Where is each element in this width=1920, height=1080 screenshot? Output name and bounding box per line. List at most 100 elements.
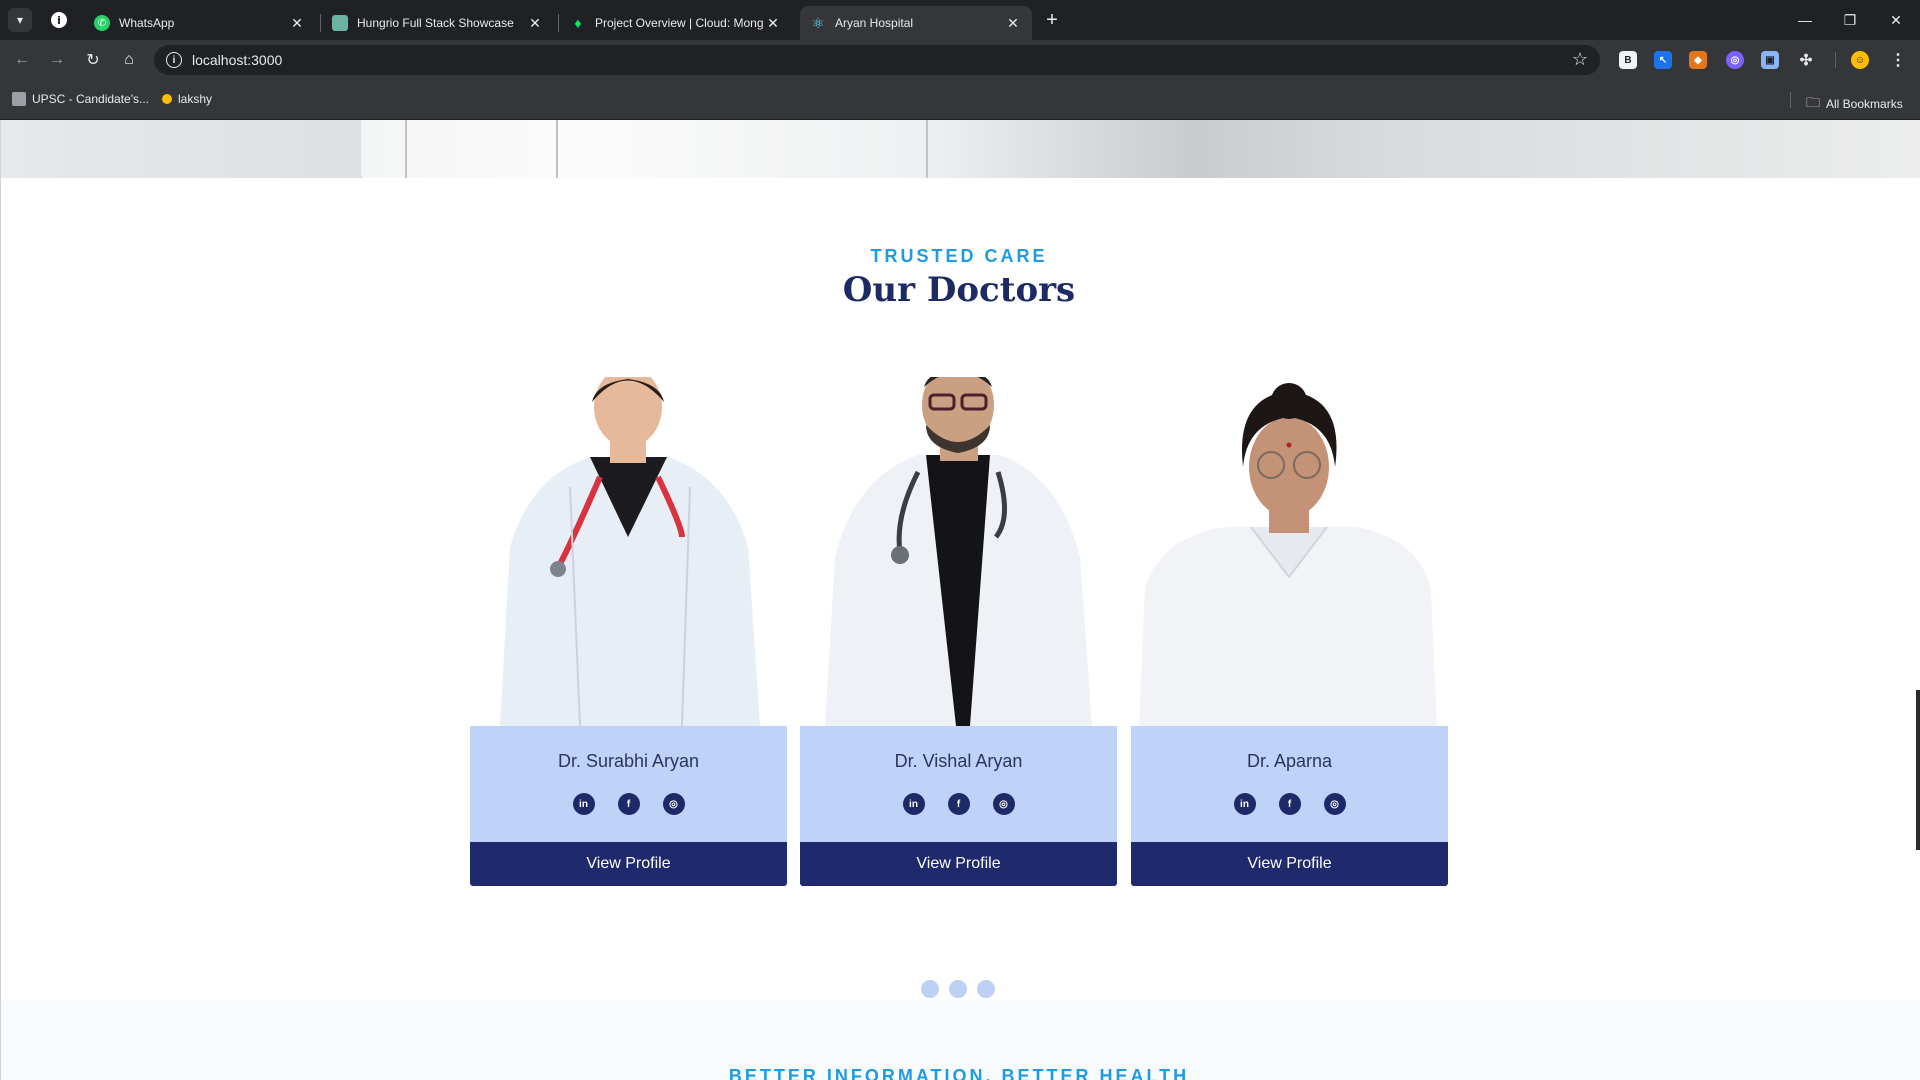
bookmark-upsc[interactable]: UPSC - Candidate's... [12, 92, 149, 106]
extension-screen-icon[interactable]: ▣ [1761, 51, 1779, 69]
linkedin-icon[interactable]: in [572, 793, 595, 815]
close-icon: ✕ [1890, 11, 1902, 28]
pinned-tab[interactable]: i [46, 8, 72, 32]
minimize-icon: — [1798, 12, 1812, 28]
reload-icon: ↻ [86, 52, 100, 69]
react-icon: ⚛ [811, 14, 825, 31]
section-eyebrow: TRUSTED CARE [870, 246, 1048, 266]
hero-decor [926, 120, 928, 178]
doctor-card: Dr. Aparna in f ◎ View Profile [1131, 377, 1448, 887]
upsc-icon [12, 92, 26, 106]
view-profile-button[interactable]: View Profile [1131, 842, 1448, 886]
tab-title: Hungrio Full Stack Showcase [357, 16, 514, 30]
tab-mongodb[interactable]: ♦ Project Overview | Cloud: Mong ✕ [560, 6, 792, 40]
site-info-icon[interactable]: i [166, 52, 182, 68]
tab-aryan-hospital[interactable]: ⚛ Aryan Hospital ✕ [800, 6, 1032, 40]
social-links: in f ◎ [470, 793, 787, 815]
view-profile-button[interactable]: View Profile [470, 842, 787, 886]
carousel-dots [921, 980, 995, 998]
doctor-card: Dr. Vishal Aryan in f ◎ View Profile [800, 377, 1117, 887]
carousel-dot[interactable] [921, 980, 939, 998]
close-icon[interactable]: ✕ [288, 15, 306, 32]
doctor-name: Dr. Surabhi Aryan [557, 751, 700, 771]
tab-title: WhatsApp [119, 16, 175, 30]
extension-b-icon[interactable]: B [1619, 51, 1637, 69]
plus-icon: + [1046, 8, 1058, 31]
linkedin-icon[interactable]: in [902, 793, 925, 815]
facebook-icon[interactable]: f [617, 793, 640, 815]
doctor-info: Dr. Aparna in f ◎ [1131, 726, 1448, 842]
carousel-dot[interactable] [977, 980, 995, 998]
folder-icon: 🗀 [1806, 94, 1820, 110]
facebook-icon[interactable]: f [1278, 793, 1301, 815]
arrow-right-icon: → [49, 51, 65, 68]
minimize-button[interactable]: — [1793, 8, 1817, 32]
tab-divider [558, 14, 559, 32]
bookmark-label: All Bookmarks [1826, 97, 1903, 111]
new-tab-button[interactable]: + [1040, 8, 1064, 32]
bookmarks-divider [1790, 92, 1791, 108]
back-button[interactable]: ← [10, 48, 34, 72]
tab-search-button[interactable]: ▾ [8, 8, 32, 32]
restore-icon: ❐ [1843, 11, 1857, 28]
doctor-card: Dr. Surabhi Aryan in f ◎ View Profile [470, 377, 787, 887]
close-icon[interactable]: ✕ [764, 15, 782, 32]
bookmark-label: lakshy [178, 92, 213, 106]
doctor-info: Dr. Vishal Aryan in f ◎ [800, 726, 1117, 842]
bookmark-lakshy[interactable]: lakshy [162, 92, 212, 106]
home-button[interactable]: ⌂ [117, 48, 141, 72]
bookmark-star-icon[interactable]: ☆ [1572, 49, 1588, 70]
extension-circle-icon[interactable]: ◎ [1726, 51, 1744, 69]
facebook-icon[interactable]: f [947, 793, 970, 815]
arrow-left-icon: ← [14, 51, 30, 68]
browser-toolbar: ← → ↻ ⌂ i localhost:3000 ☆ B ↖ ◆ ◎ ▣ ✣ ☺… [0, 40, 1920, 80]
carousel-dot[interactable] [949, 980, 967, 998]
doctor-name: Dr. Vishal Aryan [894, 751, 1023, 771]
forward-button[interactable]: → [45, 48, 69, 72]
tab-strip: ▾ i ✆ WhatsApp ✕ Hungrio Full Stack Show… [0, 0, 1920, 40]
tab-divider [320, 14, 321, 32]
page-icon [332, 15, 348, 31]
next-section: BETTER INFORMATION, BETTER HEALTH [1, 1000, 1920, 1080]
view-profile-button[interactable]: View Profile [800, 842, 1117, 886]
all-bookmarks[interactable]: 🗀 All Bookmarks [1806, 92, 1903, 116]
hero-doctor-coat [361, 120, 921, 178]
tab-title: Aryan Hospital [835, 16, 914, 30]
lakshy-icon [162, 94, 172, 104]
metamask-fox-icon[interactable]: ◆ [1689, 51, 1707, 69]
instagram-icon[interactable]: ◎ [1323, 793, 1346, 815]
doctors-section: TRUSTED CARE Our Doctors Dr. Surabhi Ary… [1, 178, 1920, 998]
page-viewport: TRUSTED CARE Our Doctors Dr. Surabhi Ary… [0, 120, 1920, 1080]
linkedin-icon[interactable]: in [1233, 793, 1256, 815]
tab-whatsapp[interactable]: ✆ WhatsApp ✕ [84, 6, 316, 40]
mongodb-leaf-icon: ♦ [574, 15, 582, 31]
social-links: in f ◎ [1131, 793, 1448, 815]
profile-avatar-icon[interactable]: ☺ [1851, 51, 1869, 69]
doctor-photo [800, 377, 1117, 726]
close-icon[interactable]: ✕ [1004, 15, 1022, 32]
close-window-button[interactable]: ✕ [1884, 8, 1908, 32]
home-icon: ⌂ [124, 51, 134, 68]
tab-hungrio[interactable]: Hungrio Full Stack Showcase ✕ [322, 6, 554, 40]
bookmark-label: UPSC - Candidate's... [32, 92, 150, 106]
pinned-tab-icon: i [51, 12, 67, 28]
page-scrollbar[interactable] [1916, 690, 1920, 850]
extension-cursor-icon[interactable]: ↖ [1654, 51, 1672, 69]
close-icon[interactable]: ✕ [526, 15, 544, 32]
extensions-puzzle-icon[interactable]: ✣ [1797, 51, 1815, 69]
address-bar[interactable]: i localhost:3000 ☆ [154, 45, 1600, 75]
whatsapp-icon: ✆ [94, 15, 110, 31]
hero-decor [405, 120, 407, 178]
instagram-icon[interactable]: ◎ [992, 793, 1015, 815]
hero-decor [556, 120, 558, 178]
section-eyebrow: BETTER INFORMATION, BETTER HEALTH [728, 1066, 1190, 1080]
url-text[interactable]: localhost:3000 [192, 52, 282, 68]
social-links: in f ◎ [800, 793, 1117, 815]
menu-kebab-icon[interactable]: ⋮ [1889, 51, 1907, 69]
hero-image-strip [1, 120, 1920, 178]
restore-button[interactable]: ❐ [1838, 8, 1862, 32]
instagram-icon[interactable]: ◎ [662, 793, 685, 815]
doctor-photo [470, 377, 787, 726]
reload-button[interactable]: ↻ [81, 48, 105, 72]
tab-title: Project Overview | Cloud: Mong [595, 16, 764, 30]
